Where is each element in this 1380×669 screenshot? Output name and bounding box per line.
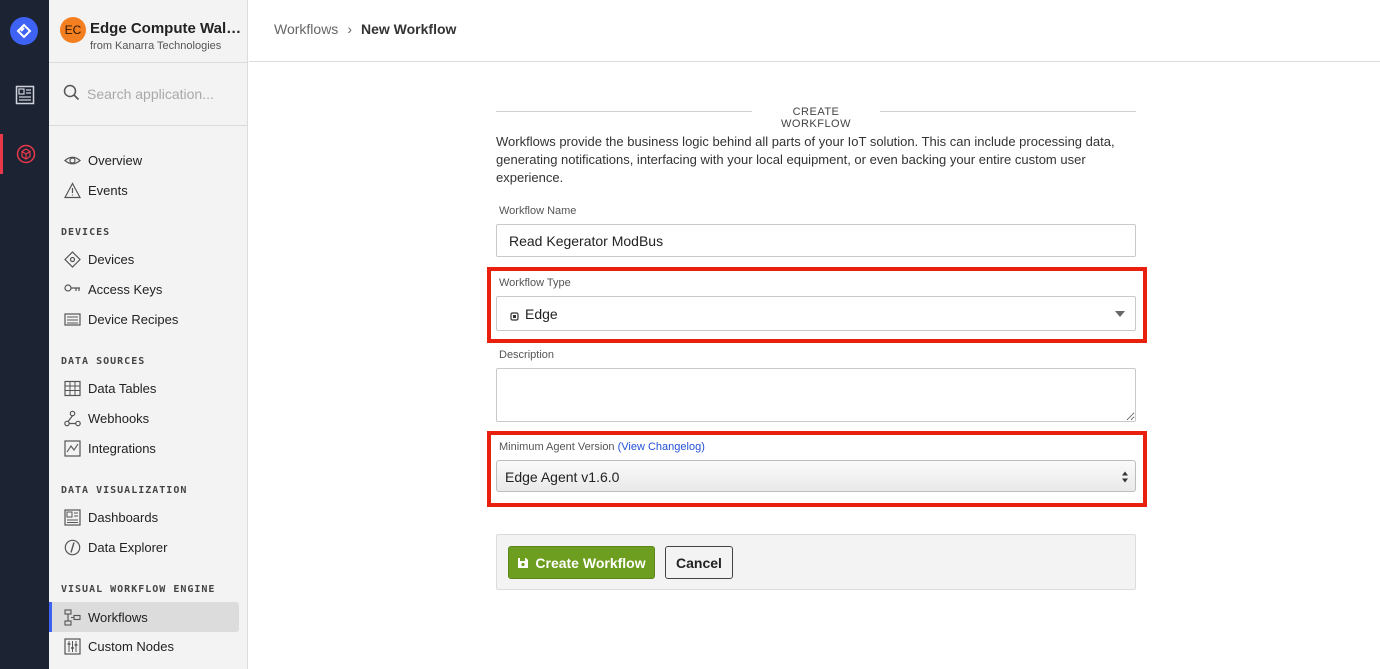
- application-name: Edge Compute Walkthrough: [90, 20, 242, 37]
- sidebar-item-devices[interactable]: Devices: [49, 244, 239, 274]
- section-visual-workflow-engine: VISUAL WORKFLOW ENGINE: [61, 584, 216, 595]
- sidebar-item-label: Webhooks: [88, 411, 150, 426]
- breadcrumb: Workflows › New Workflow: [274, 21, 456, 37]
- form-actions: Create Workflow Cancel: [496, 534, 1136, 590]
- form-title-text: CREATE WORKFLOW: [781, 106, 851, 130]
- sidebar-item-device-recipes[interactable]: Device Recipes: [49, 304, 239, 334]
- create-workflow-button[interactable]: Create Workflow: [508, 546, 655, 579]
- divider: [880, 111, 1136, 112]
- webhook-icon: [64, 410, 81, 427]
- application-header[interactable]: EC Edge Compute Walkthrough from Kanarra…: [49, 0, 248, 62]
- highlight-workflow-type: [487, 267, 1147, 343]
- breadcrumb-workflows-link[interactable]: Workflows: [274, 21, 338, 37]
- sidebar-item-custom-nodes[interactable]: Custom Nodes: [49, 631, 239, 661]
- sidebar-item-label: Devices: [88, 252, 135, 267]
- key-icon: [64, 281, 81, 298]
- sidebar-item-integrations[interactable]: Integrations: [49, 433, 239, 463]
- sidebar-item-label: Integrations: [88, 441, 156, 456]
- sidebar-item-label: Events: [88, 183, 128, 198]
- sidebar-item-label: Data Tables: [88, 381, 157, 396]
- applications-rail-icon[interactable]: [0, 134, 49, 174]
- highlight-agent-version: [487, 431, 1147, 507]
- sidebar-item-events[interactable]: Events: [49, 175, 239, 205]
- search-input[interactable]: [87, 83, 237, 105]
- workflow-icon: [64, 609, 81, 626]
- search-bar: [49, 62, 248, 126]
- description-label: Description: [499, 349, 555, 361]
- sidebar-item-label: Custom Nodes: [88, 639, 174, 654]
- workflow-name-label: Workflow Name: [499, 205, 577, 217]
- sidebar-item-label: Access Keys: [88, 282, 163, 297]
- dashboard-icon: [64, 509, 81, 526]
- section-data-sources: DATA SOURCES: [61, 356, 146, 367]
- recipe-icon: [64, 311, 81, 328]
- create-workflow-label: Create Workflow: [535, 554, 646, 571]
- form-title: CREATE WORKFLOW: [496, 106, 1136, 130]
- sidebar-item-label: Dashboards: [88, 510, 159, 525]
- top-bar: Workflows › New Workflow: [249, 0, 1380, 62]
- sidebar-item-data-tables[interactable]: Data Tables: [49, 373, 239, 403]
- sidebar-item-data-explorer[interactable]: Data Explorer: [49, 532, 239, 562]
- sidebar-item-label: Workflows: [88, 610, 148, 625]
- sidebar-item-label: Overview: [88, 153, 143, 168]
- breadcrumb-current: New Workflow: [360, 21, 457, 37]
- divider: [496, 111, 752, 112]
- description-textarea[interactable]: [496, 368, 1136, 422]
- sidebar-item-webhooks[interactable]: Webhooks: [49, 403, 239, 433]
- eye-icon: [64, 152, 81, 169]
- platform-logo-icon[interactable]: [10, 17, 38, 45]
- organization-name: from Kanarra Technologies: [90, 40, 222, 52]
- search-icon: [63, 84, 80, 106]
- app-rail: [0, 0, 49, 669]
- save-icon: [518, 557, 529, 568]
- sidebar-item-access-keys[interactable]: Access Keys: [49, 274, 239, 304]
- section-devices: DEVICES: [61, 227, 111, 238]
- avatar: EC: [60, 17, 86, 43]
- sidebar-item-workflows[interactable]: Workflows: [49, 602, 239, 632]
- explorer-icon: [64, 539, 81, 556]
- sliders-icon: [64, 638, 81, 655]
- dashboards-rail-icon[interactable]: [0, 75, 49, 115]
- integration-icon: [64, 440, 81, 457]
- cancel-button[interactable]: Cancel: [665, 546, 733, 579]
- warning-icon: [64, 182, 81, 199]
- breadcrumb-separator: ›: [347, 21, 352, 37]
- sidebar-item-label: Data Explorer: [88, 540, 168, 555]
- workflow-name-input[interactable]: [496, 224, 1136, 257]
- sidebar-item-overview[interactable]: Overview: [49, 145, 239, 175]
- table-icon: [64, 380, 81, 397]
- form-intro: Workflows provide the business logic beh…: [496, 134, 1115, 185]
- sidebar: EC Edge Compute Walkthrough from Kanarra…: [49, 0, 248, 669]
- diamond-icon: [64, 251, 81, 268]
- sidebar-item-label: Device Recipes: [88, 312, 179, 327]
- section-data-visualization: DATA VISUALIZATION: [61, 485, 188, 496]
- sidebar-item-dashboards[interactable]: Dashboards: [49, 502, 239, 532]
